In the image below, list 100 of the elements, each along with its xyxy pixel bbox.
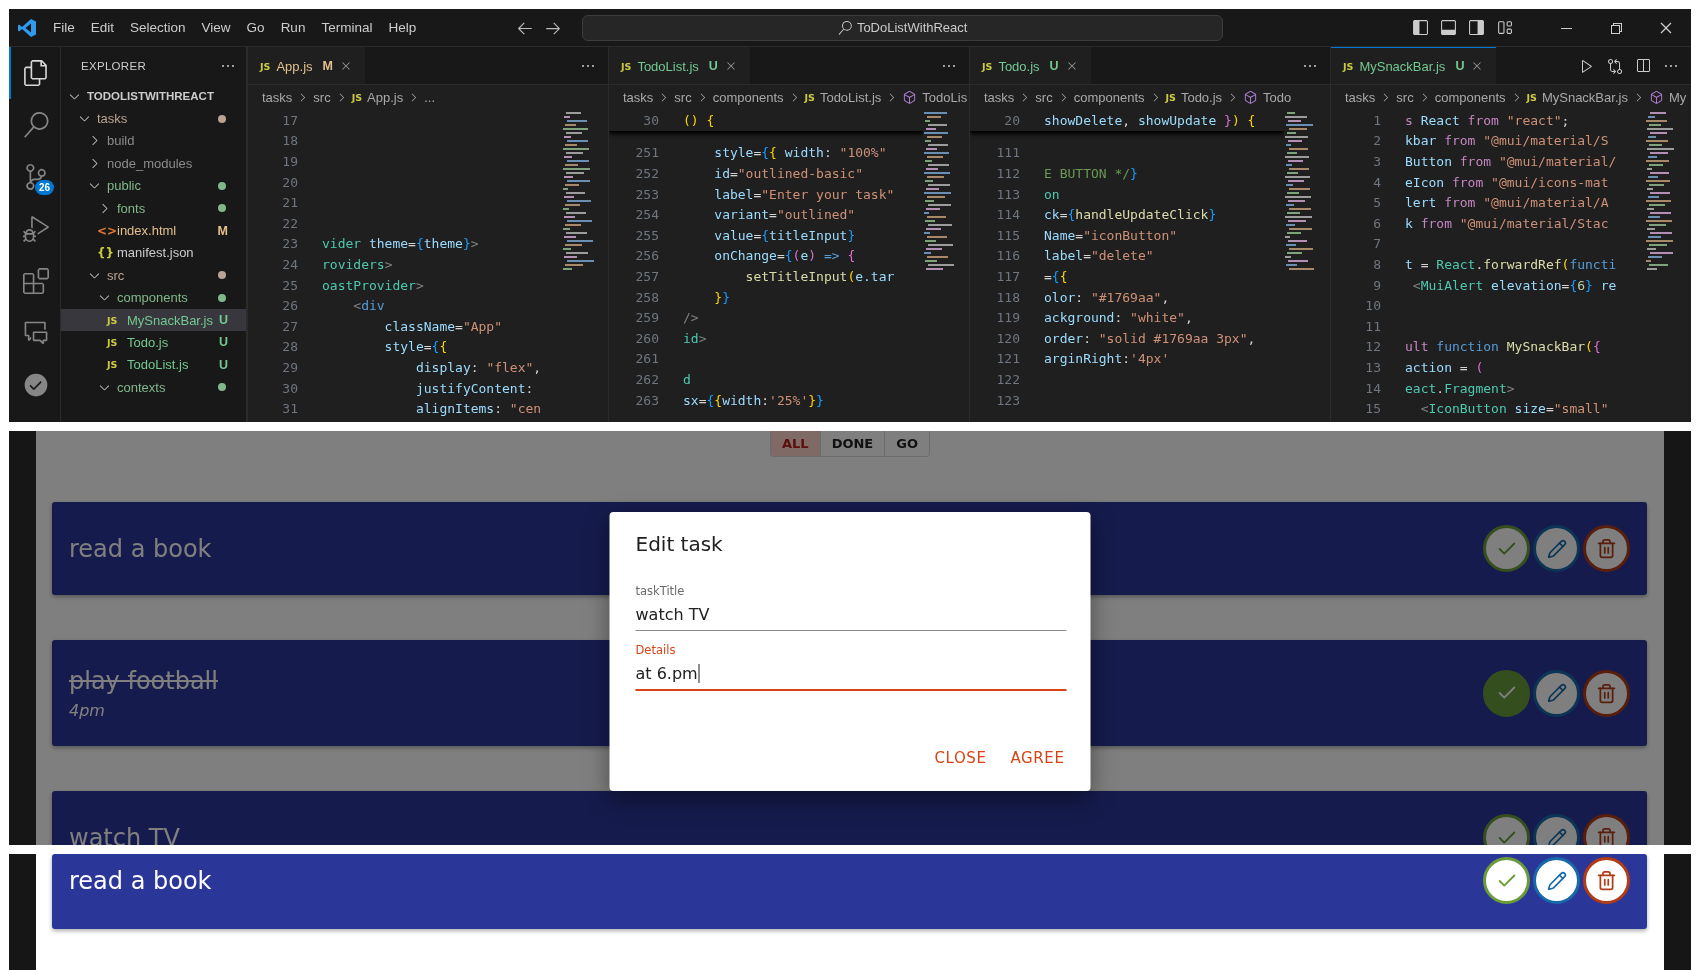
code-line: }}: [713, 289, 730, 305]
menu-item[interactable]: Help: [380, 17, 425, 38]
search-icon: [837, 20, 852, 35]
menu-item[interactable]: Edit: [82, 17, 123, 38]
dialog-button[interactable]: AGREE: [1002, 743, 1073, 773]
panel-toggle-icon[interactable]: [1440, 19, 1457, 36]
line-number: 5: [1372, 195, 1381, 211]
editor-tab[interactable]: JS MySnackBar.js U: [1331, 47, 1497, 84]
breadcrumb-item[interactable]: components: [1434, 90, 1506, 105]
layout-icon[interactable]: [1496, 19, 1513, 36]
edit-button[interactable]: [1533, 525, 1580, 572]
complete-button[interactable]: [1483, 857, 1530, 904]
breadcrumb-item[interactable]: src: [1396, 90, 1414, 105]
line-number: 262: [634, 371, 659, 387]
cube-icon: [1648, 90, 1664, 105]
breadcrumb-item[interactable]: ...: [424, 90, 436, 105]
text-field[interactable]: Details at 6.pm: [635, 643, 1067, 691]
tree-item[interactable]: <>index.html M: [61, 219, 246, 242]
line-number: 26: [281, 298, 298, 314]
line-number: 24: [281, 256, 298, 272]
activity-bar-item[interactable]: 26: [9, 151, 60, 203]
menu-item[interactable]: Selection: [122, 17, 194, 38]
tree-item[interactable]: public: [61, 174, 246, 197]
sidebar-toggle-icon[interactable]: [1412, 19, 1429, 36]
breadcrumb-item[interactable]: tasks: [623, 90, 654, 105]
notification-badge: 26: [34, 180, 54, 195]
line-number: 3: [1372, 154, 1381, 169]
breadcrumb-item[interactable]: tasks: [984, 90, 1015, 105]
trash-icon: [1596, 682, 1617, 704]
pencil-icon: [1546, 683, 1567, 703]
play-icon[interactable]: [1579, 57, 1595, 74]
code-line: d: [683, 371, 691, 387]
line-number: 261: [634, 351, 659, 367]
code-line: />: [683, 310, 699, 326]
todo-title: read a book: [69, 866, 212, 895]
chat-icon: [22, 320, 49, 346]
breadcrumb-item[interactable]: src: [674, 90, 692, 105]
menu-item[interactable]: File: [45, 17, 83, 38]
delete-button[interactable]: [1583, 857, 1630, 904]
tree-item[interactable]: build: [61, 129, 246, 153]
tree-item[interactable]: fonts: [61, 196, 246, 220]
line-number: 114: [995, 207, 1020, 223]
tree-item[interactable]: components: [61, 286, 246, 309]
line-number: 19: [281, 154, 298, 169]
menu-item[interactable]: Run: [272, 17, 314, 38]
code-line: action = (: [1405, 359, 1484, 375]
breadcrumb-item[interactable]: Todo.js: [1180, 90, 1223, 105]
line-number: 113: [995, 186, 1020, 202]
delete-button[interactable]: [1583, 669, 1630, 717]
breadcrumb-item[interactable]: src: [1035, 90, 1053, 105]
tree-item[interactable]: JS MySnackBar.js U: [61, 308, 246, 332]
breadcrumb-item[interactable]: tasks: [1345, 90, 1376, 105]
dialog-button[interactable]: CLOSE: [926, 743, 995, 773]
todo-title: read a book: [69, 534, 212, 563]
code-line: alignItems: "cen: [414, 401, 542, 417]
breadcrumb-item[interactable]: App.js: [367, 90, 404, 105]
editor-tab[interactable]: JS TodoList.js U: [609, 47, 750, 84]
line-number: 116: [995, 248, 1020, 264]
breadcrumb-item[interactable]: MySnackBar.js: [1541, 90, 1628, 105]
text-field[interactable]: taskTitle watch TV: [635, 584, 1067, 631]
tree-item[interactable]: contexts: [61, 376, 246, 399]
code-line: ult function MySnackBar({: [1405, 339, 1601, 355]
tree-item[interactable]: JS Todo.js U: [61, 331, 246, 354]
tree-item[interactable]: JS TodoList.js U: [61, 353, 246, 377]
breadcrumb-item[interactable]: tasks: [262, 90, 293, 105]
code-line: ck={handleUpdateClick}: [1044, 207, 1217, 223]
menu-item[interactable]: View: [193, 17, 239, 38]
edit-button[interactable]: [1533, 857, 1580, 904]
breadcrumb-item[interactable]: TodoList.js: [819, 90, 882, 105]
todo-title: play football: [69, 666, 218, 695]
compare-icon[interactable]: [1607, 57, 1623, 74]
tree-item[interactable]: TODOLISTWITHREACT: [61, 85, 246, 108]
code-line: label="Enter your task": [713, 186, 895, 202]
split-editor-icon[interactable]: [1635, 57, 1651, 74]
tree-item[interactable]: src: [61, 264, 246, 287]
sidebar-title: EXPLORER: [81, 60, 147, 72]
menu-item[interactable]: Terminal: [313, 17, 381, 38]
breadcrumb-item[interactable]: Todo: [1263, 90, 1292, 105]
code-line: <MuiAlert elevation={6} re: [1411, 277, 1617, 293]
tree-item[interactable]: node_modules: [61, 152, 246, 175]
delete-button[interactable]: [1583, 525, 1630, 572]
tree-item[interactable]: {} manifest.json: [61, 241, 246, 265]
editor-tab[interactable]: JS Todo.js U: [970, 47, 1091, 84]
complete-button[interactable]: [1483, 525, 1530, 572]
filter-tab[interactable]: GO: [884, 431, 929, 456]
breadcrumb-item[interactable]: TodoLis: [922, 90, 968, 105]
breadcrumb-item[interactable]: src: [313, 90, 331, 105]
breadcrumb-item[interactable]: components: [1073, 90, 1145, 105]
tree-item[interactable]: tasks: [61, 107, 246, 130]
edit-button[interactable]: [1533, 669, 1580, 717]
breadcrumb-item[interactable]: My: [1668, 90, 1687, 105]
menu-item[interactable]: Go: [238, 17, 273, 38]
secondary-sidebar-icon[interactable]: [1468, 19, 1485, 36]
search-field[interactable]: ToDoListWithReact: [582, 14, 1224, 41]
breadcrumb-item[interactable]: components: [712, 90, 784, 105]
editor-tab[interactable]: JS App.js M: [248, 47, 365, 84]
code-line: Button from "@mui/material/: [1405, 154, 1617, 169]
line-number: 14: [1364, 380, 1381, 396]
line-number: 25: [281, 277, 298, 293]
code-line: justifyContent:: [414, 380, 534, 396]
